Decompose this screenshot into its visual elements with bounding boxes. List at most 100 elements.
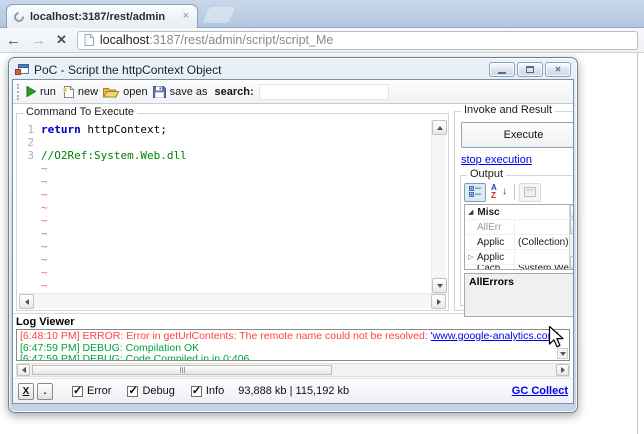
down-arrow-icon: [559, 351, 566, 356]
grid-property-row[interactable]: AllErr: [465, 220, 569, 235]
gc-collect-link[interactable]: GC Collect: [512, 385, 568, 397]
app-window: PoC - Script the httpContext Object ✕ ru…: [8, 57, 578, 413]
property-value: System.We: [518, 265, 569, 269]
grid-vscrollbar[interactable]: [568, 205, 573, 269]
invoke-group: Invoke and Result Execute stop execution…: [454, 104, 573, 317]
app-toolbar: run new open save as search:: [13, 80, 573, 104]
log-hscrollbar[interactable]: [16, 363, 570, 377]
tab-close-button[interactable]: ×: [182, 11, 190, 22]
log-scroll-right-button[interactable]: [556, 364, 569, 376]
grid-property-row[interactable]: ▷ Applic: [465, 250, 569, 265]
url-host: localhost: [99, 33, 150, 47]
new-tab-button[interactable]: [202, 7, 236, 23]
property-name: Applic: [477, 250, 515, 264]
stop-execution-link[interactable]: stop execution: [461, 154, 573, 166]
editor-lines[interactable]: 1 return httpContext; 2 3//O2Ref:System.Web…: [19, 120, 431, 293]
code-line-empty: ~: [41, 266, 48, 279]
search-input[interactable]: [258, 83, 389, 100]
property-name: Applic: [477, 235, 515, 249]
right-arrow-icon: [560, 367, 565, 373]
grid-property-row[interactable]: CachSystem.We: [465, 265, 569, 269]
open-button[interactable]: open: [103, 86, 148, 98]
log-entry: [6:47:59 PM] DEBUG: Code Compiled in in …: [20, 353, 250, 361]
filter-checkbox-error[interactable]: Error: [72, 384, 111, 397]
editor-body: 1 return httpContext; 2 3//O2Ref:System.Web…: [19, 120, 447, 293]
mouse-cursor: [548, 325, 564, 348]
back-button[interactable]: ←: [6, 33, 21, 48]
close-button[interactable]: ✕: [545, 62, 571, 77]
main-area: Command To Execute 1 return httpContext; 2…: [13, 104, 573, 317]
categorized-icon: [468, 186, 481, 197]
scroll-down-button[interactable]: [432, 278, 447, 293]
property-grid[interactable]: ◢MiscAllErrApplic(Collection)▷ApplicCach…: [464, 204, 573, 270]
forward-button[interactable]: →: [31, 33, 46, 48]
save-as-button[interactable]: save as: [152, 85, 208, 98]
property-pages-icon: [524, 187, 536, 197]
run-button[interactable]: run: [26, 86, 56, 98]
grid-property-row[interactable]: Applic (Collection): [465, 235, 569, 250]
address-bar[interactable]: localhost:3187/rest/admin/script/script_…: [76, 30, 638, 50]
log-link[interactable]: 'www.google-analytics.com': [431, 330, 559, 342]
code-editor[interactable]: 1 return httpContext; 2 3//O2Ref:System.Web…: [19, 120, 447, 309]
property-value: (Collection): [518, 236, 569, 248]
editor-hscrollbar[interactable]: [19, 293, 446, 309]
sort-az-icon: A Z ↓: [491, 182, 507, 200]
filter-checkbox-info[interactable]: Info: [190, 384, 224, 397]
code-line-empty: ~: [41, 214, 48, 227]
loading-spinner-icon: [11, 9, 27, 24]
maximize-icon: [526, 66, 534, 73]
left-arrow-icon: [24, 298, 29, 305]
tab-title: localhost:3187/rest/admin: [30, 10, 166, 23]
new-button[interactable]: new: [61, 85, 98, 99]
log-viewer-section: Log Viewer [6:48:10 PM] ERROR: Error in …: [13, 313, 573, 378]
url-path: :3187/rest/admin/script/script_Me: [149, 33, 334, 47]
minimize-button[interactable]: [489, 62, 515, 77]
scroll-up-button[interactable]: [432, 120, 447, 135]
sort-alphabetical-button[interactable]: A Z ↓: [488, 183, 510, 202]
clear-log-button[interactable]: X: [18, 382, 34, 400]
scroll-right-button[interactable]: [431, 294, 446, 309]
editor-vscrollbar[interactable]: [431, 120, 447, 293]
run-icon: [26, 86, 36, 97]
execute-button[interactable]: Execute: [461, 122, 573, 148]
status-bar: X . Error Debug Info 93,888 kb | 115,192 k…: [13, 378, 573, 403]
grid-category-row[interactable]: ◢ Misc: [465, 205, 569, 220]
output-group: Output A Z ↓ ◢ Misc AllErr Applic (Colle…: [460, 168, 573, 317]
log-scroll-left-button[interactable]: [17, 364, 30, 376]
code-line-empty: ~: [41, 162, 48, 175]
grid-scroll-down-button[interactable]: [569, 256, 573, 269]
log-scroll-thumb[interactable]: [32, 365, 332, 375]
save-icon: [152, 86, 166, 98]
property-help-title: AllErrors: [469, 276, 514, 288]
stop-loading-button[interactable]: ✕: [56, 32, 67, 48]
screen: localhost:3187/rest/admin × ← → ✕ localh…: [0, 0, 644, 434]
code-line-empty: ~: [41, 227, 48, 240]
code-line-empty: ~: [41, 279, 48, 292]
code-line-empty: ~: [41, 201, 48, 214]
browser-tab[interactable]: localhost:3187/rest/admin ×: [6, 4, 198, 28]
open-folder-icon: [103, 87, 120, 97]
window-title: PoC - Script the httpContext Object: [34, 62, 222, 77]
run-label: run: [40, 85, 56, 98]
property-help-panel: AllErrors: [464, 273, 573, 317]
property-pages-button[interactable]: [519, 182, 541, 202]
grid-scroll-up-button[interactable]: [569, 205, 573, 218]
command-group-label: Command To Execute: [23, 106, 138, 118]
log-box[interactable]: [6:48:10 PM] ERROR: Error in getUrlConte…: [16, 329, 570, 361]
output-group-label: Output: [467, 168, 507, 180]
checkbox-icon: [72, 384, 83, 397]
window-titlebar[interactable]: PoC - Script the httpContext Object ✕: [9, 58, 577, 79]
url-text: localhost:3187/rest/admin/script/script_…: [100, 33, 333, 47]
browser-tab-strip: localhost:3187/rest/admin ×: [0, 0, 644, 28]
categorized-button[interactable]: [464, 182, 486, 202]
dot-button[interactable]: .: [37, 382, 53, 400]
scroll-left-button[interactable]: [19, 294, 34, 309]
maximize-button[interactable]: [517, 62, 543, 77]
browser-toolbar: ← → ✕ localhost:3187/rest/admin/script/s…: [0, 28, 644, 53]
collapse-triangle-icon: ◢: [468, 208, 474, 216]
memory-usage: 93,888 kb | 115,192 kb: [238, 385, 350, 397]
grid-scroll-thumb[interactable]: [569, 219, 573, 234]
checkbox-icon: [127, 384, 139, 397]
filter-checkbox-debug[interactable]: Debug: [127, 384, 175, 397]
browser-edge-line: [637, 53, 638, 434]
